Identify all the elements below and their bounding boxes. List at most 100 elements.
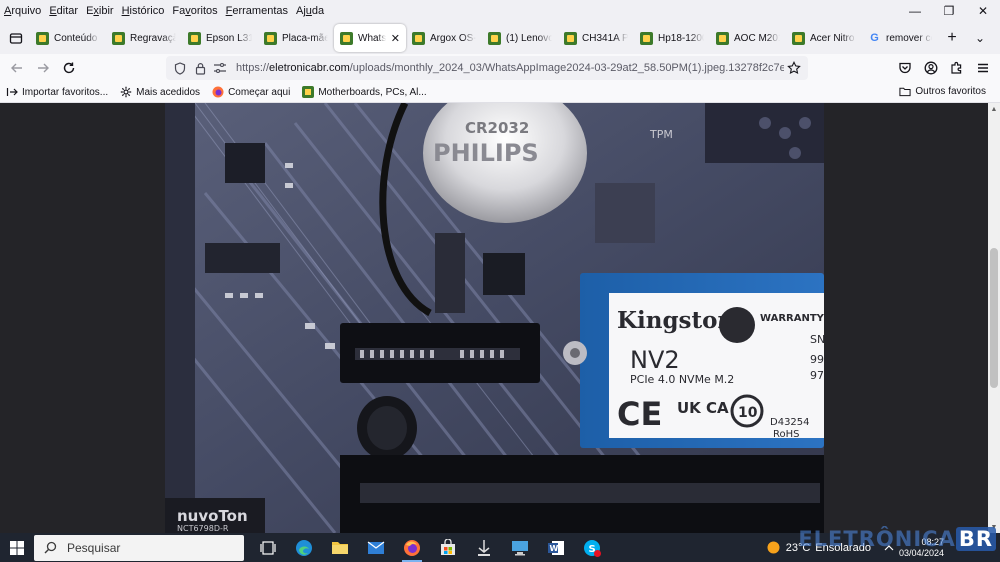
svg-text:W: W <box>550 544 559 553</box>
browser-tab[interactable]: (1) Lenovo <box>482 24 558 52</box>
ssd-model: NV2 <box>630 346 680 374</box>
page-scrollbar[interactable]: ▲ ▼ <box>988 103 1000 533</box>
bookmark-label: Importar favoritos... <box>22 86 109 98</box>
other-bookmarks-label: Outros favoritos <box>915 85 986 97</box>
bookmark-most-visited[interactable]: Mais acedidos <box>114 86 206 98</box>
firefox-icon <box>404 539 420 556</box>
tabs: Conteúdo c Regravação Epson L315 Placa-mãe W… <box>30 24 938 52</box>
pocket-icon <box>899 62 911 74</box>
start-button[interactable] <box>0 533 34 562</box>
site-favicon-icon <box>716 31 729 45</box>
reload-button[interactable] <box>56 55 82 81</box>
browser-tab[interactable]: Acer Nitro 5 <box>786 24 862 52</box>
browser-tab[interactable]: Placa-mãe <box>258 24 334 52</box>
search-placeholder: Pesquisar <box>67 540 121 555</box>
scroll-up-arrow-icon[interactable]: ▲ <box>988 103 1000 115</box>
tab-label: Regravação <box>130 32 176 44</box>
browser-tab[interactable]: Hp18-1200 <box>634 24 710 52</box>
firefox-view-icon <box>9 33 23 44</box>
forward-button[interactable] <box>30 55 56 81</box>
ssd-sn-line2: 97 <box>810 369 824 382</box>
ssd-code: D43254 <box>770 417 810 428</box>
page-content: CR2032 PHILIPS TPM nuvoTon NCT6798D-R Ki… <box>0 103 1000 533</box>
bookmarks-bar: Importar favoritos... Mais acedidos Come… <box>0 82 1000 103</box>
store-icon <box>441 539 455 555</box>
close-tab-icon[interactable]: ✕ <box>391 32 400 45</box>
word-button[interactable]: W <box>538 533 574 562</box>
firefox-icon <box>212 86 224 98</box>
bookmark-star-icon[interactable] <box>784 61 804 75</box>
forward-arrow-icon <box>38 63 49 73</box>
firefox-button[interactable] <box>394 533 430 562</box>
account-button[interactable] <box>918 55 944 81</box>
site-favicon-icon <box>488 31 501 45</box>
toolbar-right <box>892 55 996 81</box>
reload-icon <box>63 62 75 74</box>
ssd-rohs: RoHS <box>773 429 799 440</box>
minimize-button[interactable]: — <box>898 0 932 22</box>
menu-item-0[interactable]: Arquivo <box>0 5 45 17</box>
ssd-warranty: WARRANTY V <box>760 313 824 324</box>
bookmark-motherboards[interactable]: Motherboards, PCs, Al... <box>296 86 432 98</box>
url-text[interactable]: https://eletronicabr.com/uploads/monthly… <box>230 62 784 74</box>
battery-model: CR2032 <box>465 119 529 137</box>
list-all-tabs-button[interactable]: ⌄ <box>966 24 994 52</box>
store-button[interactable] <box>430 533 466 562</box>
back-button[interactable] <box>4 55 30 81</box>
import-icon <box>6 86 18 98</box>
site-favicon-icon <box>112 31 125 45</box>
other-bookmarks[interactable]: Outros favoritos <box>893 85 992 97</box>
site-favicon-icon <box>188 31 201 45</box>
browser-tab[interactable]: Regravação <box>106 24 182 52</box>
bookmark-label: Motherboards, PCs, Al... <box>318 86 427 98</box>
menu-item-6[interactable]: Ajuda <box>292 5 328 17</box>
maximize-button[interactable]: ❐ <box>932 0 966 22</box>
bookmark-import[interactable]: Importar favoritos... <box>0 86 114 98</box>
menu-bar: Arquivo Editar Exibir Histórico Favoritos Fer… <box>0 0 1000 22</box>
app-menu-button[interactable] <box>970 55 996 81</box>
google-icon: G <box>870 32 879 44</box>
remote-desktop-button[interactable] <box>502 533 538 562</box>
browser-tab[interactable]: Conteúdo c <box>30 24 106 52</box>
menu-item-4[interactable]: Favoritos <box>168 5 221 17</box>
edge-icon <box>296 539 312 556</box>
mail-button[interactable] <box>358 533 394 562</box>
browser-tab[interactable]: Epson L315 <box>182 24 258 52</box>
new-tab-button[interactable]: + <box>938 24 966 52</box>
shield-icon[interactable] <box>170 61 190 75</box>
tab-label: Epson L315 <box>206 32 252 44</box>
bookmark-label: Mais acedidos <box>136 86 201 98</box>
close-window-button[interactable]: ✕ <box>966 0 1000 22</box>
menu-item-3[interactable]: Histórico <box>118 5 169 17</box>
browser-tab[interactable]: CH341A Pro <box>558 24 634 52</box>
pocket-button[interactable] <box>892 55 918 81</box>
ssd-sn-line1: 99 <box>810 353 824 366</box>
bookmark-get-started[interactable]: Começar aqui <box>206 86 296 98</box>
tool-app-button[interactable] <box>466 533 502 562</box>
edge-button[interactable] <box>286 533 322 562</box>
menu-item-5[interactable]: Ferramentas <box>222 5 292 17</box>
browser-tab[interactable]: Argox OS-2 <box>406 24 482 52</box>
chip-brand: nuvoTon <box>177 507 248 525</box>
tab-list-button[interactable] <box>2 24 30 52</box>
chip-model: NCT6798D-R <box>177 524 229 533</box>
gear-icon <box>120 86 132 98</box>
search-icon <box>44 541 57 554</box>
skype-button[interactable]: S <box>574 533 610 562</box>
taskbar-search[interactable]: Pesquisar <box>34 534 244 561</box>
window-controls: — ❐ ✕ <box>898 0 1000 22</box>
scroll-thumb[interactable] <box>990 248 998 388</box>
browser-tab[interactable]: AOC M201 <box>710 24 786 52</box>
browser-tab[interactable]: WhatsAp ✕ <box>334 24 406 52</box>
url-bar[interactable]: https://eletronicabr.com/uploads/monthly… <box>166 56 808 80</box>
menu-item-2[interactable]: Exibir <box>82 5 118 17</box>
file-explorer-button[interactable] <box>322 533 358 562</box>
tab-label: Argox OS-2 <box>430 32 476 44</box>
browser-tab[interactable]: Gremover co <box>862 24 938 52</box>
task-view-button[interactable] <box>250 533 286 562</box>
lock-icon[interactable] <box>190 62 210 75</box>
menu-item-1[interactable]: Editar <box>45 5 82 17</box>
extensions-button[interactable] <box>944 55 970 81</box>
motherboard-photo[interactable]: CR2032 PHILIPS TPM nuvoTon NCT6798D-R Ki… <box>165 103 824 533</box>
permissions-icon[interactable] <box>210 62 230 74</box>
